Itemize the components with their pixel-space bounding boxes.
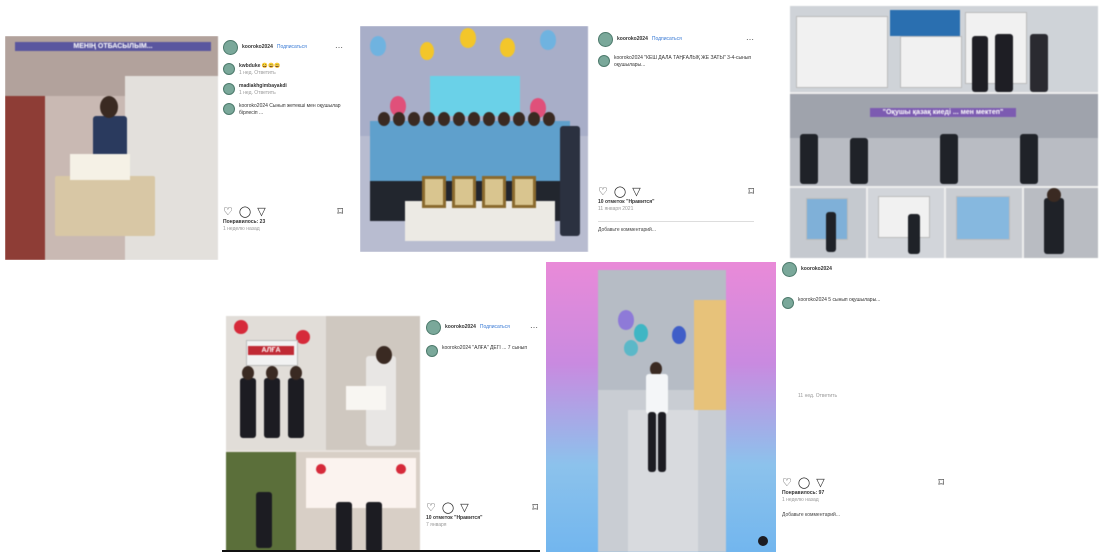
share-icon[interactable]: ▽ [257,207,265,218]
post-photo-2[interactable] [360,26,588,252]
comment-meta: 1 нед. Ответить [239,70,276,76]
likes-count[interactable]: 10 отметок "Нравится" [598,199,754,206]
bookmark-icon[interactable]: ⌑ [337,207,343,218]
post-banner-1: МЕНІҢ ОТБАСЫЛЫМ... [15,42,211,51]
comment-meta: 11 нед. Ответить [798,393,838,399]
username[interactable]: kooroko2024 [242,44,273,51]
likes-count[interactable]: Понравилось: 23 [223,219,343,226]
more-options-icon[interactable]: ⋯ [746,36,754,44]
post-caption: kooroko2024 5 сынып оқушылары... [798,297,881,303]
comment-icon[interactable]: ◯ [798,478,810,489]
avatar[interactable] [782,262,797,277]
post-photo-1[interactable]: МЕНІҢ ОТБАСЫЛЫМ... [5,36,218,260]
post-sidebar-1: kooroko2024 Подписаться ⋯ kwbduke 😀😀😀 1 н… [223,40,343,260]
follow-link[interactable]: Подписаться [652,36,682,43]
username[interactable]: kooroko2024 [617,36,648,43]
post-sidebar-4: kooroko2024 Подписаться ⋯ kooroko2024 "А… [426,320,538,552]
comment-user[interactable]: kwbduke [239,63,260,69]
comment-icon[interactable]: ◯ [614,187,626,198]
username[interactable]: kooroko2024 [801,266,832,273]
photo-tile[interactable]: "Оқушы қазақ киеді ... мен мектеп" [790,94,1098,186]
likes-count[interactable]: 10 отметок "Нравится" [426,515,538,522]
slide-indicator[interactable] [758,536,768,546]
follow-link[interactable]: Подписаться [277,44,307,51]
share-icon[interactable]: ▽ [460,503,468,514]
post-sidebar-2: kooroko2024 Подписаться ⋯ kooroko2024 "К… [598,32,754,252]
post-date: 11 января 2021 [598,206,634,212]
heart-icon[interactable]: ♡ [223,207,233,218]
heart-icon[interactable]: ♡ [782,478,792,489]
post-card-3: "Оқушы қазақ киеді ... мен мектеп" [790,6,1098,258]
heart-icon[interactable]: ♡ [598,187,608,198]
avatar[interactable] [223,83,235,95]
more-options-icon[interactable]: ⋯ [530,324,538,332]
share-icon[interactable]: ▽ [816,478,824,489]
comment-text: 😀😀😀 [261,63,281,69]
avatar[interactable] [223,103,235,115]
post-date: 7 января [426,522,447,528]
post-date: 1 неделю назад [223,226,260,232]
post-banner-4: АЛҒА [248,346,294,355]
avatar[interactable] [598,32,613,47]
bookmark-icon[interactable]: ⌑ [532,503,538,514]
post-card-2: kooroko2024 Подписаться ⋯ kooroko2024 "К… [360,26,756,252]
post-date: 1 неделю назад [782,497,819,503]
comment-icon[interactable]: ◯ [442,503,454,514]
post-caption: kooroko2024 "АЛҒА" ДЕГІ ... 7 сынып [442,345,528,351]
bookmark-icon[interactable]: ⌑ [938,478,944,489]
likes-count[interactable]: Понравилось: 97 [782,490,944,497]
photo-tile[interactable] [790,188,866,258]
post-banner-3: "Оқушы қазақ киеді ... мен мектеп" [870,108,1016,117]
avatar[interactable] [426,320,441,335]
post-card-5: kooroko2024 kooroko2024 5 сынып оқушылар… [546,262,946,552]
share-icon[interactable]: ▽ [632,187,640,198]
avatar[interactable] [426,345,438,357]
photo-tile[interactable] [868,188,944,258]
avatar[interactable] [223,63,235,75]
photo-tile[interactable] [946,188,1022,258]
comment-icon[interactable]: ◯ [239,207,251,218]
bookmark-icon[interactable]: ⌑ [748,187,754,198]
comment-user[interactable]: madiakhgimbayakdi [239,83,287,89]
post-photo-4[interactable]: АЛҒА [226,316,420,552]
avatar[interactable] [598,55,610,67]
photo-tile[interactable] [1024,188,1098,258]
post-card-4: АЛҒА kooroko2024 Подписаться ⋯ kooroko20… [222,310,540,552]
post-photo-5[interactable] [546,262,776,552]
post-sidebar-5: kooroko2024 kooroko2024 5 сынып оқушылар… [782,262,944,552]
avatar[interactable] [223,40,238,55]
comment-meta: 1 нед. Ответить [239,90,276,96]
heart-icon[interactable]: ♡ [426,503,436,514]
more-options-icon[interactable]: ⋯ [335,44,343,52]
post-card-1: МЕНІҢ ОТБАСЫЛЫМ... kooroko2024 Подписать… [5,36,345,260]
post-caption: kooroko2024 "КЕШ ДАЛА ТАҢҒАЛЫҚ ЖЕ ЗАТЫ" … [614,55,752,68]
avatar[interactable] [782,297,794,309]
add-comment-input[interactable]: Добавьте комментарий... [598,221,754,234]
username[interactable]: kooroko2024 [445,324,476,331]
follow-link[interactable]: Подписаться [480,324,510,331]
photo-tile[interactable] [790,6,1098,92]
add-comment-input[interactable]: Добавьте комментарий... [782,512,944,519]
post-caption: kooroko2024 Сынып жетекші мен оқушылар б… [239,103,341,116]
